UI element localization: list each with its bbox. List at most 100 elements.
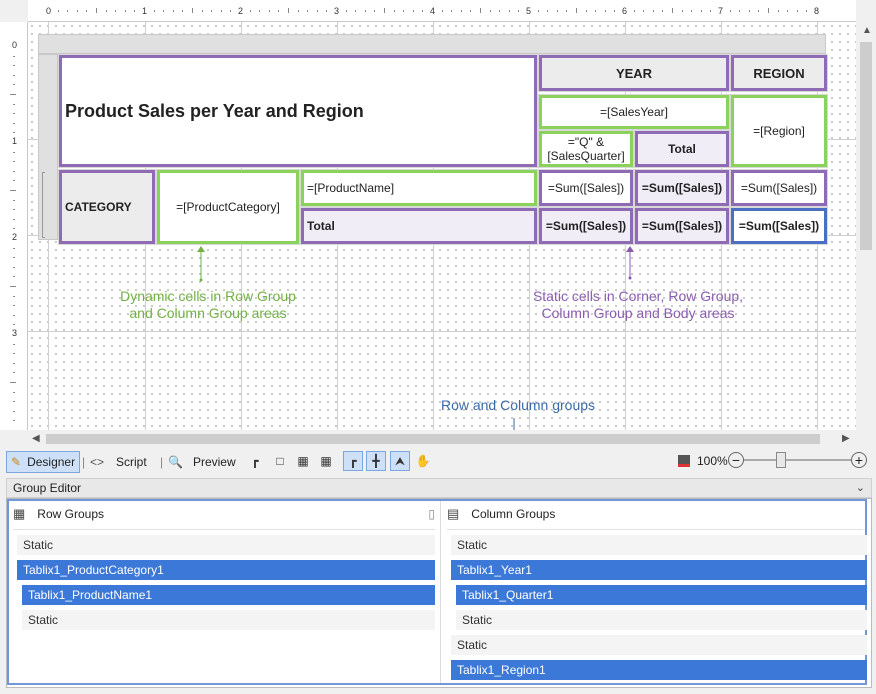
ruler-tick (700, 10, 702, 12)
zoom-in-icon[interactable]: + (851, 452, 867, 468)
snap-lines-icon[interactable]: ┏ (343, 451, 363, 471)
vertical-scroll-thumb[interactable] (860, 42, 872, 250)
ruler-tick (316, 10, 318, 12)
ruler-tick (13, 65, 15, 67)
preview-tab-label: Preview (192, 455, 236, 469)
group-item[interactable]: Static (22, 610, 435, 630)
ruler-tick (13, 247, 15, 249)
group-item[interactable]: Static (451, 635, 867, 655)
panel-options-icon[interactable]: ▯ (428, 507, 435, 521)
ruler-tick (115, 10, 117, 12)
designer-toolbar: ✎ Designer | <> Script | 🔍 Preview ┏ □ ▦… (0, 448, 876, 478)
ruler-tick (691, 10, 693, 12)
green-arrow-dot (199, 278, 203, 282)
snap-grid-icon[interactable]: ╋ (366, 451, 386, 471)
ruler-number: 7 (718, 6, 724, 16)
ruler-tick (13, 276, 15, 278)
ruler-tick (633, 10, 635, 12)
ruler-tick (13, 295, 15, 297)
ruler-number: 0 (46, 6, 52, 16)
ruler-tick (710, 10, 712, 12)
separator: | (160, 455, 164, 469)
collapse-chevron-icon[interactable]: ⌄ (856, 479, 865, 497)
ruler-tick (192, 8, 193, 13)
ruler-number: 1 (142, 6, 148, 16)
group-item[interactable]: Tablix1_Quarter1 (456, 585, 867, 605)
group-item[interactable]: Tablix1_Region1 (451, 660, 867, 680)
ruler-tick (739, 10, 741, 12)
pencil-icon: ✎ (11, 455, 22, 469)
ruler-tick (13, 353, 15, 355)
group-item[interactable]: Static (451, 535, 867, 555)
ruler-tick (13, 257, 15, 259)
ruler-tick (76, 10, 78, 12)
ruler-tick (729, 10, 731, 12)
group-item[interactable]: Tablix1_ProductName1 (22, 585, 435, 605)
ruler-tick (13, 151, 15, 153)
zoom-slider-thumb[interactable] (776, 452, 786, 468)
ruler-toggle-icon[interactable]: ┏ (245, 451, 265, 471)
ruler-tick (345, 10, 347, 12)
column-groups-icon: ▤ (447, 506, 460, 521)
ruler-tick (13, 122, 15, 124)
script-tab[interactable]: <> Script (90, 451, 152, 473)
group-item[interactable]: Tablix1_ProductCategory1 (17, 560, 435, 580)
vertical-scrollbar[interactable]: ▲ (856, 22, 876, 430)
group-item[interactable]: Static (456, 610, 867, 630)
ruler-tick (566, 10, 568, 12)
scroll-up-icon[interactable]: ▲ (862, 25, 872, 36)
ruler-tick (10, 190, 16, 191)
ruler-tick (307, 10, 309, 12)
ruler-tick (163, 10, 165, 12)
ruler-number: 0 (12, 40, 18, 50)
ruler-tick (86, 10, 88, 12)
report-design-surface[interactable]: Product Sales per Year and Region YEAR R… (28, 22, 856, 430)
zoom-icon (678, 455, 690, 467)
column-groups-label: Column Groups (471, 507, 556, 521)
ruler-tick (288, 8, 289, 13)
ruler-tick (211, 10, 213, 12)
magnifier-icon: 🔍 (168, 455, 183, 469)
group-item[interactable]: Tablix1_Year1 (451, 560, 867, 580)
grid-dots-icon[interactable]: ▦ (293, 451, 313, 471)
ruler-tick (499, 10, 501, 12)
ruler-tick (480, 8, 481, 13)
horizontal-scrollbar[interactable]: ◀ ▶ (28, 430, 856, 448)
ruler-tick (441, 10, 443, 12)
code-icon: <> (90, 455, 105, 469)
row-groups-label: Row Groups (37, 507, 104, 521)
designer-tab[interactable]: ✎ Designer (6, 451, 80, 473)
ruler-tick (374, 10, 376, 12)
group-editor-title: Group Editor (13, 481, 82, 495)
ruler-tick (13, 324, 15, 326)
ruler-tick (355, 10, 357, 12)
pointer-icon[interactable]: ⮝ (390, 451, 410, 471)
group-item[interactable]: Static (17, 535, 435, 555)
ruler-tick (652, 10, 654, 12)
ruler-tick (384, 8, 385, 13)
column-groups-header: ▤ Column Groups (447, 499, 863, 530)
ruler-tick (13, 401, 15, 403)
ruler-tick (13, 228, 15, 230)
scroll-left-icon[interactable]: ◀ (32, 433, 40, 444)
ruler-number: 2 (238, 6, 244, 16)
zoom-out-icon[interactable]: − (728, 452, 744, 468)
zoom-level: 100% (697, 454, 728, 468)
border-icon[interactable]: □ (270, 451, 290, 471)
grid-icon[interactable]: ▦ (316, 451, 336, 471)
horizontal-scroll-thumb[interactable] (46, 434, 820, 444)
ruler-number: 5 (526, 6, 532, 16)
ruler-number: 4 (430, 6, 436, 16)
ruler-tick (10, 382, 16, 383)
ruler-tick (758, 10, 760, 12)
preview-tab[interactable]: 🔍 Preview (168, 451, 238, 473)
ruler-tick (297, 10, 299, 12)
ruler-tick (201, 10, 203, 12)
ruler-tick (556, 10, 558, 12)
ruler-tick (672, 8, 673, 13)
ruler-tick (13, 420, 15, 422)
hand-pan-icon[interactable]: ✋ (413, 451, 433, 471)
ruler-tick (13, 218, 15, 220)
zoom-slider-track[interactable] (744, 459, 852, 461)
scroll-right-icon[interactable]: ▶ (842, 433, 850, 444)
